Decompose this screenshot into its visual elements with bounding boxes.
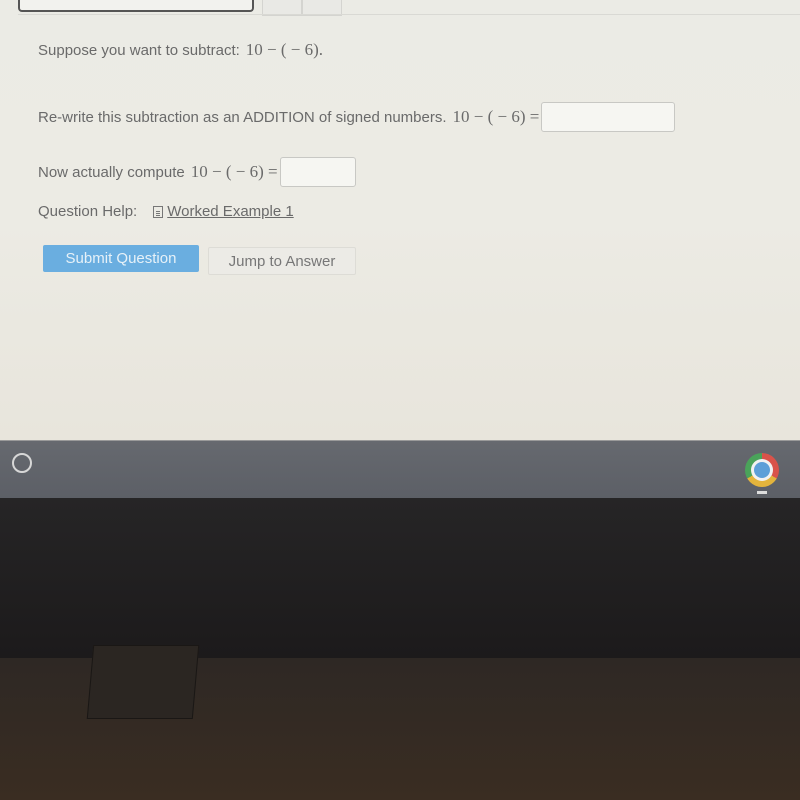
addition-answer-input[interactable]: [541, 102, 676, 132]
app-running-indicator: [757, 491, 767, 494]
divider: [18, 14, 800, 15]
question-part-2: Now actually compute 10 − ( − 6) =: [38, 157, 356, 187]
laptop-hinge: [86, 645, 200, 719]
question-intro: Suppose you want to subtract: 10 − ( − 6…: [38, 40, 323, 60]
submit-question-button[interactable]: Submit Question: [43, 245, 199, 272]
chrome-icon[interactable]: [745, 453, 779, 487]
browser-content: Suppose you want to subtract: 10 − ( − 6…: [0, 0, 800, 440]
help-label: Question Help:: [38, 203, 138, 220]
question-help: Question Help: Worked Example 1: [38, 203, 294, 220]
launcher-icon[interactable]: [12, 453, 32, 473]
jump-to-answer-button[interactable]: Jump to Answer: [208, 247, 356, 275]
part2-math: 10 − ( − 6) =: [190, 162, 278, 181]
top-input-field[interactable]: [18, 0, 254, 12]
laptop-bezel: [0, 498, 800, 658]
os-taskbar: [0, 440, 800, 499]
document-icon: [153, 205, 164, 218]
compute-answer-input[interactable]: [279, 157, 356, 187]
worked-example-link[interactable]: Worked Example 1: [167, 203, 293, 220]
intro-text: Suppose you want to subtract:: [38, 41, 240, 59]
part1-text: Re-write this subtraction as an ADDITION…: [38, 108, 447, 126]
part2-text: Now actually compute: [38, 163, 185, 181]
intro-math: 10 − ( − 6).: [245, 40, 324, 59]
part1-math: 10 − ( − 6) =: [452, 107, 540, 126]
question-part-1: Re-write this subtraction as an ADDITION…: [38, 102, 676, 132]
